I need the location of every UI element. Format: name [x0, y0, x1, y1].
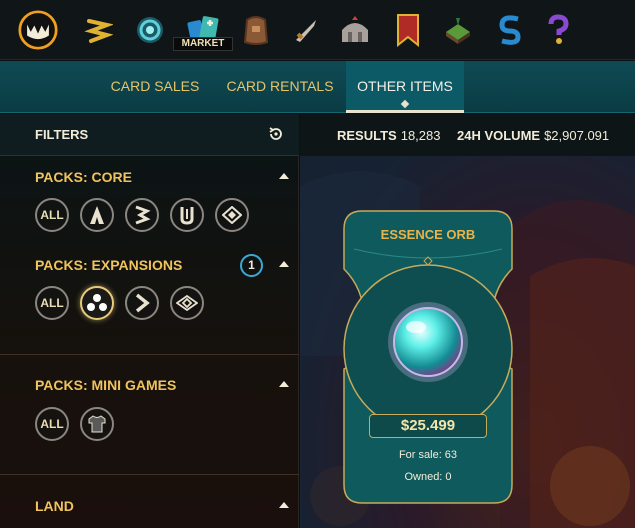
- portal-icon[interactable]: [130, 8, 170, 52]
- battle-icon[interactable]: [286, 8, 326, 52]
- volume-24h: 24H VOLUME $2,907.091: [457, 128, 610, 143]
- active-filter-count-badge: 1: [240, 254, 263, 277]
- help-icon[interactable]: [538, 8, 578, 52]
- arrow-icon: [135, 293, 150, 313]
- shirt-icon: [88, 415, 106, 433]
- filters-title: FILTERS: [35, 127, 89, 142]
- tab-card-rentals[interactable]: CARD RENTALS: [220, 61, 340, 113]
- guild-icon[interactable]: [335, 8, 375, 52]
- item-owned-count: Owned: 0: [404, 471, 452, 483]
- tab-card-sales[interactable]: CARD SALES: [104, 61, 206, 113]
- sps-icon[interactable]: [490, 8, 530, 52]
- filter-mini-games-all[interactable]: ALL: [35, 407, 69, 441]
- market-label[interactable]: MARKET: [173, 37, 233, 51]
- market-results-area: RESULTS 18,283 24H VOLUME $2,907.091 ESSEN…: [300, 114, 635, 528]
- ranked-icon[interactable]: [388, 8, 428, 52]
- item-name: ESSENCE ORB: [380, 227, 476, 242]
- results-bar: RESULTS 18,283 24H VOLUME $2,907.091: [300, 114, 635, 156]
- filter-expansions-diamond[interactable]: [170, 286, 204, 320]
- filter-core-untamed[interactable]: [170, 198, 204, 232]
- dots-icon: [87, 294, 107, 311]
- collapse-caret-icon[interactable]: [278, 500, 290, 510]
- filter-mini-games-shirt[interactable]: [80, 407, 114, 441]
- land-icon[interactable]: [438, 8, 478, 52]
- filter-expansions-arrow[interactable]: [125, 286, 159, 320]
- untamed-icon: [180, 207, 194, 225]
- item-for-sale-count: For sale: 63: [398, 449, 458, 461]
- collapse-caret-icon[interactable]: [278, 379, 290, 389]
- section-title-land: LAND: [35, 498, 74, 514]
- results-count: RESULTS 18,283: [337, 128, 441, 143]
- inventory-icon[interactable]: [236, 8, 276, 52]
- section-title-packs-expansions: PACKS: EXPANSIONS: [35, 257, 183, 273]
- filter-expansions-dots[interactable]: [80, 286, 114, 320]
- filter-core-chaos[interactable]: [215, 198, 249, 232]
- filter-core-beta[interactable]: [125, 198, 159, 232]
- collapse-caret-icon[interactable]: [278, 171, 290, 181]
- rewards-icon[interactable]: [78, 8, 118, 52]
- section-title-packs-mini-games: PACKS: MINI GAMES: [35, 377, 177, 393]
- item-price-button[interactable]: $25.499: [369, 414, 487, 438]
- chaos-icon: [222, 206, 242, 224]
- splinterlands-logo-icon[interactable]: [18, 8, 58, 52]
- filter-core-all[interactable]: ALL: [35, 198, 69, 232]
- collapse-caret-icon[interactable]: [278, 259, 290, 269]
- section-divider: [0, 354, 299, 355]
- diamond-icon: [176, 295, 198, 311]
- filter-core-alpha[interactable]: [80, 198, 114, 232]
- section-divider: [0, 474, 299, 475]
- filters-sidebar: FILTERS PACKS: CORE ALL PACKS: EXPANSION…: [0, 114, 299, 528]
- top-navigation: MARKET: [0, 0, 635, 60]
- alpha-icon: [90, 206, 104, 224]
- market-tab-bar: CARD SALES CARD RENTALS OTHER ITEMS: [0, 61, 635, 113]
- section-title-packs-core: PACKS: CORE: [35, 169, 132, 185]
- tab-other-items[interactable]: OTHER ITEMS: [346, 61, 464, 113]
- item-card-essence-orb[interactable]: ESSENCE ORB $25.499 For sale: 63 Owned: …: [342, 209, 514, 505]
- reset-filters-icon[interactable]: [267, 125, 285, 143]
- beta-icon: [135, 205, 151, 225]
- filter-expansions-all[interactable]: ALL: [35, 286, 69, 320]
- filters-header: FILTERS: [0, 114, 299, 156]
